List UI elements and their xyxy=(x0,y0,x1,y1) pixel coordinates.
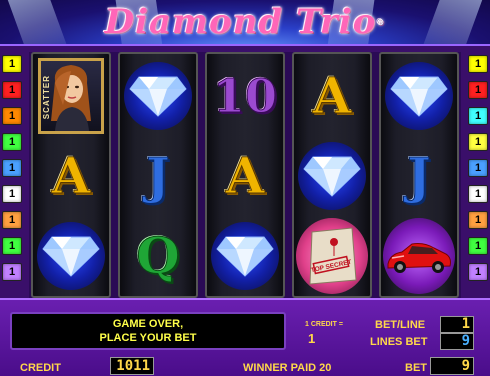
left-line-indicators: 1 1 1 1 1 1 1 1 1 xyxy=(2,55,22,289)
trademark-symbol: ® xyxy=(376,17,386,27)
reel-cell xyxy=(381,56,457,136)
credit-denomination-value: 1 xyxy=(308,331,316,346)
game-title: Diamond Trio® xyxy=(0,0,490,44)
line-indicator-left-9[interactable]: 1 xyxy=(2,263,22,281)
message-line-1: GAME OVER, xyxy=(112,318,184,330)
car-symbol xyxy=(383,218,455,294)
message-display: GAME OVER, PLACE YOUR BET xyxy=(10,312,286,350)
line-indicator-right-2[interactable]: 1 xyxy=(468,81,488,99)
letter-j-symbol: J xyxy=(407,146,432,205)
scatter-symbol: SCATTER xyxy=(38,58,104,134)
scatter-label: SCATTER xyxy=(42,75,51,120)
line-indicator-right-9[interactable]: 1 xyxy=(468,263,488,281)
reel-5: J xyxy=(379,52,459,298)
letter-a-symbol: A xyxy=(225,146,265,205)
line-indicator-left-7[interactable]: 1 xyxy=(2,211,22,229)
line-indicator-left-4[interactable]: 1 xyxy=(2,133,22,151)
diamond-symbol xyxy=(298,142,366,210)
reel-cell: 10 xyxy=(207,56,283,136)
line-indicator-right-1[interactable]: 1 xyxy=(468,55,488,73)
reel-cell: TOP SECRET xyxy=(294,216,370,296)
line-indicator-right-7[interactable]: 1 xyxy=(468,211,488,229)
line-indicator-right-6[interactable]: 1 xyxy=(468,185,488,203)
reel-cell xyxy=(381,216,457,296)
game-header: Diamond Trio® xyxy=(0,0,490,46)
bet-label: BET xyxy=(405,362,427,374)
number-10-symbol: 10 xyxy=(212,69,277,123)
credit-value: 1011 xyxy=(110,357,154,375)
diamond-icon xyxy=(390,76,448,117)
diamond-symbol xyxy=(37,222,105,290)
right-line-indicators: 1 1 1 1 1 1 1 1 1 xyxy=(468,55,488,289)
line-indicator-right-4[interactable]: 1 xyxy=(468,133,488,151)
reel-cell: J xyxy=(120,136,196,216)
reel-cell: J xyxy=(381,136,457,216)
bet-per-line-label: BET/LINE xyxy=(375,319,426,331)
reel-4: A TOP SECRET xyxy=(292,52,372,298)
line-indicator-right-5[interactable]: 1 xyxy=(468,159,488,177)
reel-cell xyxy=(33,216,109,296)
diamond-symbol xyxy=(124,62,192,130)
reel-cell: A xyxy=(207,136,283,216)
red-sports-car-icon xyxy=(387,243,451,273)
reels-area: SCATTER A J Q 10 A A TOP SECRET J xyxy=(29,52,461,298)
credit-denomination-label: 1 CREDIT = xyxy=(305,321,343,328)
message-line-2: PLACE YOUR BET xyxy=(99,332,197,344)
line-indicator-left-3[interactable]: 1 xyxy=(2,107,22,125)
line-indicator-right-8[interactable]: 1 xyxy=(468,237,488,255)
lines-bet-label: LINES BET xyxy=(370,336,428,348)
top-secret-symbol: TOP SECRET xyxy=(296,218,368,294)
reel-cell xyxy=(120,56,196,136)
line-indicator-left-5[interactable]: 1 xyxy=(2,159,22,177)
reel-cell: SCATTER xyxy=(33,56,109,136)
line-indicator-left-2[interactable]: 1 xyxy=(2,81,22,99)
letter-a-symbol: A xyxy=(312,66,352,125)
diamond-icon xyxy=(216,236,274,277)
diamond-icon xyxy=(129,76,187,117)
reel-cell: A xyxy=(294,56,370,136)
line-indicator-left-6[interactable]: 1 xyxy=(2,185,22,203)
control-panel: GAME OVER, PLACE YOUR BET 1 CREDIT = 1 B… xyxy=(0,298,490,376)
diamond-icon xyxy=(303,156,361,197)
credit-label: CREDIT xyxy=(20,362,61,374)
letter-a-symbol: A xyxy=(51,146,91,205)
line-indicator-left-8[interactable]: 1 xyxy=(2,237,22,255)
winner-paid-text: WINNER PAID 20 xyxy=(243,362,332,374)
reel-cell xyxy=(294,136,370,216)
letter-j-symbol: J xyxy=(146,146,171,205)
reel-cell: Q xyxy=(120,216,196,296)
reel-cell xyxy=(207,216,283,296)
diamond-symbol xyxy=(385,62,453,130)
top-secret-folder-icon: TOP SECRET xyxy=(309,227,357,285)
bet-per-line-value[interactable]: 1 xyxy=(440,316,474,333)
letter-q-symbol: Q xyxy=(136,226,181,285)
game-title-text: Diamond Trio xyxy=(104,2,377,42)
reel-3: 10 A xyxy=(205,52,285,298)
reel-2: J Q xyxy=(118,52,198,298)
line-indicator-right-3[interactable]: 1 xyxy=(468,107,488,125)
diamond-symbol xyxy=(211,222,279,290)
reel-cell: A xyxy=(33,136,109,216)
bet-value[interactable]: 9 xyxy=(430,357,474,375)
reel-1: SCATTER A xyxy=(31,52,111,298)
lines-bet-value[interactable]: 9 xyxy=(440,333,474,350)
line-indicator-left-1[interactable]: 1 xyxy=(2,55,22,73)
diamond-icon xyxy=(42,236,100,277)
